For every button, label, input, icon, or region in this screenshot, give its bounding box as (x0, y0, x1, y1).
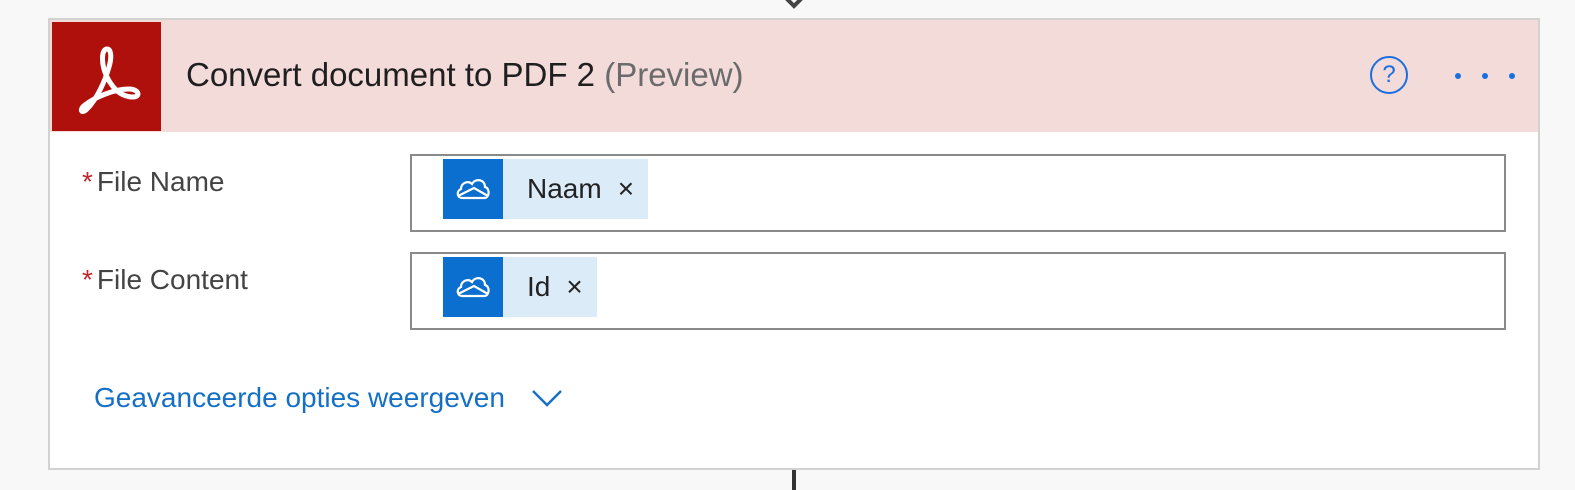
advanced-options-label: Geavanceerde opties weergeven (94, 382, 505, 413)
file-name-label: * File Name (82, 166, 225, 197)
question-circle-icon: ? (1382, 61, 1396, 88)
file-content-label: * File Content (82, 264, 248, 295)
card-title: Convert document to PDF 2 (Preview) (186, 56, 744, 94)
connector-arrow-icon (785, 0, 803, 9)
onedrive-cloud-icon (443, 257, 503, 317)
connector-line (792, 470, 796, 490)
remove-token-button[interactable]: × (602, 173, 648, 205)
more-options-button[interactable] (1455, 62, 1515, 90)
remove-token-button[interactable]: × (550, 271, 596, 303)
help-button[interactable]: ? (1370, 56, 1408, 94)
file-name-input[interactable]: Naam × (410, 154, 1506, 232)
onedrive-cloud-icon (443, 159, 503, 219)
card-header[interactable]: Convert document to PDF 2 (Preview) ? (50, 20, 1538, 132)
card-title-suffix: (Preview) (604, 56, 744, 93)
show-advanced-options-link[interactable]: Geavanceerde opties weergeven (94, 382, 563, 414)
chevron-down-icon (532, 390, 562, 407)
required-marker: * (82, 264, 93, 295)
file-content-input[interactable]: Id × (410, 252, 1506, 330)
token-label: Id (527, 271, 551, 302)
required-marker: * (82, 166, 93, 197)
adobe-acrobat-icon (52, 22, 161, 131)
card-title-text: Convert document to PDF 2 (186, 56, 596, 93)
ellipsis-icon (1455, 73, 1461, 79)
action-card: Convert document to PDF 2 (Preview) ? * F… (48, 18, 1540, 470)
dynamic-content-token[interactable]: Naam × (443, 159, 649, 219)
token-label: Naam (527, 173, 602, 204)
dynamic-content-token[interactable]: Id × (443, 257, 597, 317)
